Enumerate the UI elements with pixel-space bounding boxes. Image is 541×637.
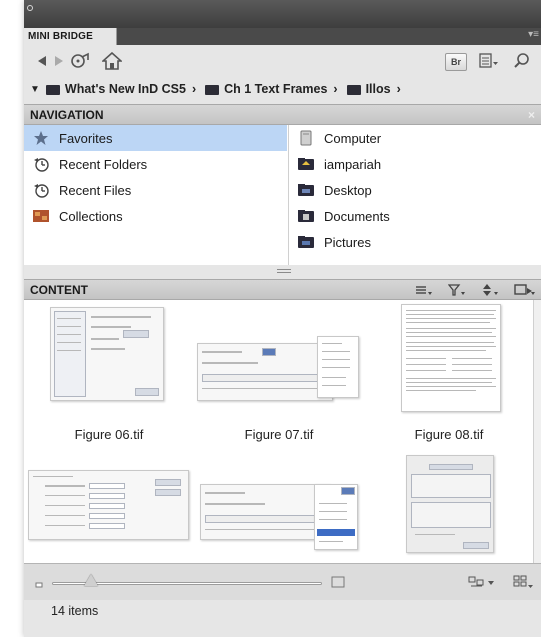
folder-icon [45, 85, 60, 95]
status-bar: 14 items [24, 600, 541, 637]
navigation-right-list: Computer iampariah Desktop Documents Pic… [288, 125, 541, 265]
go-to-recent-icon[interactable] [70, 51, 92, 71]
star-icon [32, 130, 50, 146]
content-item[interactable]: Figure 08.tif [364, 300, 534, 442]
large-thumbnail-icon[interactable] [331, 576, 345, 591]
mini-bridge-panel: MINI BRIDGE ▾≡ Br ▼ What's New InD CS5 ›… [24, 0, 541, 637]
recent-folders-icon [32, 156, 50, 172]
nav-item-collections[interactable]: Collections [24, 203, 287, 229]
pane-resize-grip[interactable] [277, 269, 291, 273]
toolbar: Br [24, 45, 541, 77]
tab-strip [117, 28, 541, 45]
tab-mini-bridge[interactable]: MINI BRIDGE [24, 28, 117, 45]
nav-item-pictures[interactable]: Pictures [289, 229, 541, 255]
computer-icon [297, 130, 315, 146]
thumbnail [50, 307, 164, 401]
nav-item-desktop[interactable]: Desktop [289, 177, 541, 203]
documents-folder-icon [297, 208, 315, 224]
breadcrumb-item[interactable]: What's New InD CS5 [65, 82, 186, 96]
breadcrumb-item[interactable]: Illos [366, 82, 391, 96]
breadcrumb-separator-icon: › [396, 82, 401, 96]
panel-close-dot[interactable] [27, 5, 33, 11]
panel-title-bar[interactable] [24, 0, 541, 28]
nav-item-documents[interactable]: Documents [289, 203, 541, 229]
go-to-bridge-button[interactable]: Br [445, 53, 467, 71]
desktop-folder-icon [297, 182, 315, 198]
search-icon[interactable] [514, 51, 530, 71]
home-folder-icon [297, 156, 315, 172]
item-caption: Figure 07.tif [244, 427, 314, 442]
breadcrumb: ▼ What's New InD CS5 › Ch 1 Text Frames … [24, 77, 541, 101]
navigation-header: NAVIGATION × [24, 104, 541, 125]
forward-icon[interactable] [54, 51, 64, 71]
content-item[interactable] [364, 455, 534, 563]
breadcrumb-separator-icon: › [333, 82, 338, 96]
back-icon[interactable] [36, 51, 48, 71]
breadcrumb-menu-icon[interactable]: ▼ [30, 84, 40, 95]
folder-icon [205, 85, 220, 95]
content-grid: Figure 06.tif Figure 07.tif Figure 08.ti… [24, 300, 541, 563]
view-options-icon[interactable] [468, 574, 496, 593]
nav-item-iampariah[interactable]: iampariah [289, 151, 541, 177]
thumbnail [28, 470, 189, 540]
navigation-left-list: Favorites Recent Folders Recent Files Co… [24, 125, 287, 265]
item-count: 14 items [51, 604, 99, 618]
breadcrumb-item[interactable]: Ch 1 Text Frames [224, 82, 327, 96]
navigation-pane: Favorites Recent Folders Recent Files Co… [24, 125, 541, 265]
breadcrumb-separator-icon: › [191, 82, 197, 96]
item-caption: Figure 06.tif [74, 427, 144, 442]
home-icon[interactable] [102, 51, 122, 71]
content-item[interactable] [194, 460, 364, 563]
content-item[interactable]: Figure 06.tif [24, 300, 194, 442]
item-caption: Figure 08.tif [414, 427, 484, 442]
content-scrollbar[interactable] [533, 300, 541, 563]
folder-icon [346, 85, 361, 95]
nav-item-computer[interactable]: Computer [289, 125, 541, 151]
thumbnail [200, 484, 330, 540]
dropdown-preview [317, 336, 359, 398]
thumbnail [406, 455, 494, 553]
collections-icon [32, 208, 50, 224]
nav-item-favorites[interactable]: Favorites [24, 125, 287, 151]
pictures-folder-icon [297, 234, 315, 250]
small-thumbnail-icon[interactable] [35, 577, 43, 592]
thumbnail [401, 304, 501, 412]
nav-item-recent-files[interactable]: Recent Files [24, 177, 287, 203]
panel-menu-icon[interactable]: ▾≡ [528, 29, 539, 40]
content-item[interactable]: Figure 07.tif [194, 300, 364, 442]
content-header: CONTENT [24, 279, 541, 300]
thumbnail [197, 343, 333, 401]
content-item[interactable] [24, 460, 194, 563]
slider-thumb[interactable] [84, 574, 98, 586]
close-icon[interactable]: × [528, 105, 535, 125]
nav-item-recent-folders[interactable]: Recent Folders [24, 151, 287, 177]
panel-view-menu-icon[interactable] [479, 51, 499, 71]
recent-files-icon [32, 182, 50, 198]
bottom-toolbar [24, 563, 541, 600]
grid-view-icon[interactable] [513, 574, 535, 593]
dropdown-preview [314, 484, 358, 550]
